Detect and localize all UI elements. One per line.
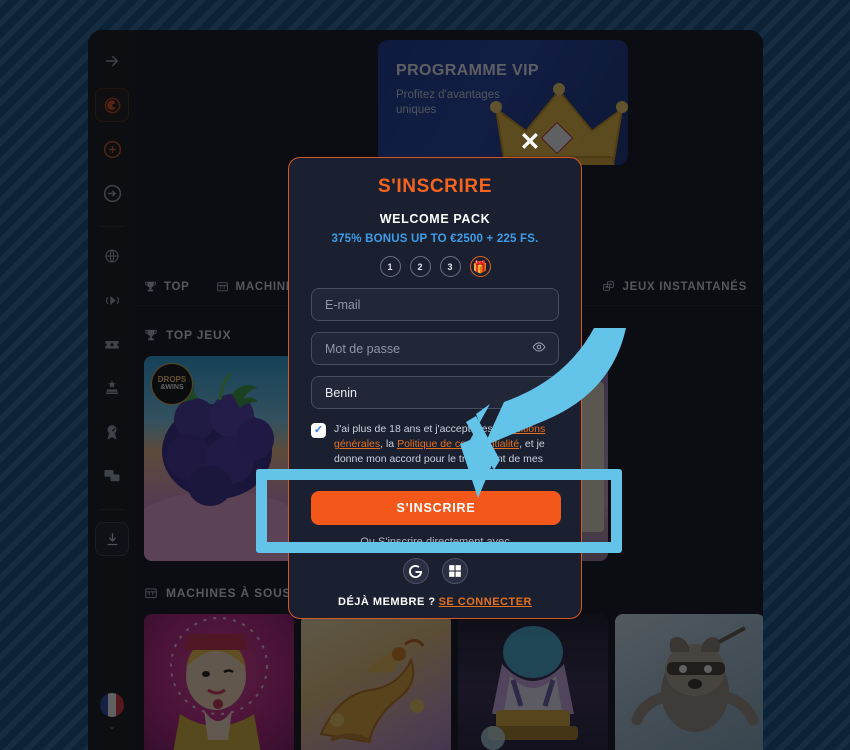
login-prompt: DÉJÀ MEMBRE ? SE CONNECTER <box>289 596 581 608</box>
country-value: Benin <box>325 385 357 400</box>
step-3[interactable]: 3 <box>439 256 461 277</box>
google-icon[interactable] <box>402 558 429 584</box>
step-2[interactable]: 2 <box>409 256 431 277</box>
close-icon[interactable]: ✕ <box>516 128 544 156</box>
member-text: DÉJÀ MEMBRE ? <box>338 596 436 608</box>
step-indicator: 1 2 3 🎁 <box>311 256 559 277</box>
step-gift-icon[interactable]: 🎁 <box>469 256 491 277</box>
pointer-arrow-icon <box>460 328 626 498</box>
welcome-pack-label: WELCOME PACK <box>379 212 491 226</box>
bonus-text: 375% BONUS UP TO €2500 + 225 FS. <box>331 233 539 245</box>
email-field[interactable]: E-mail <box>311 288 559 321</box>
step-1[interactable]: 1 <box>379 256 401 277</box>
email-placeholder: E-mail <box>325 297 361 312</box>
consent-checkbox[interactable]: ✓ <box>311 423 326 438</box>
login-link[interactable]: SE CONNECTER <box>439 596 532 608</box>
microsoft-icon[interactable] <box>441 558 468 584</box>
social-login-row <box>289 558 581 584</box>
modal-title: S'INSCRIRE <box>378 176 492 197</box>
